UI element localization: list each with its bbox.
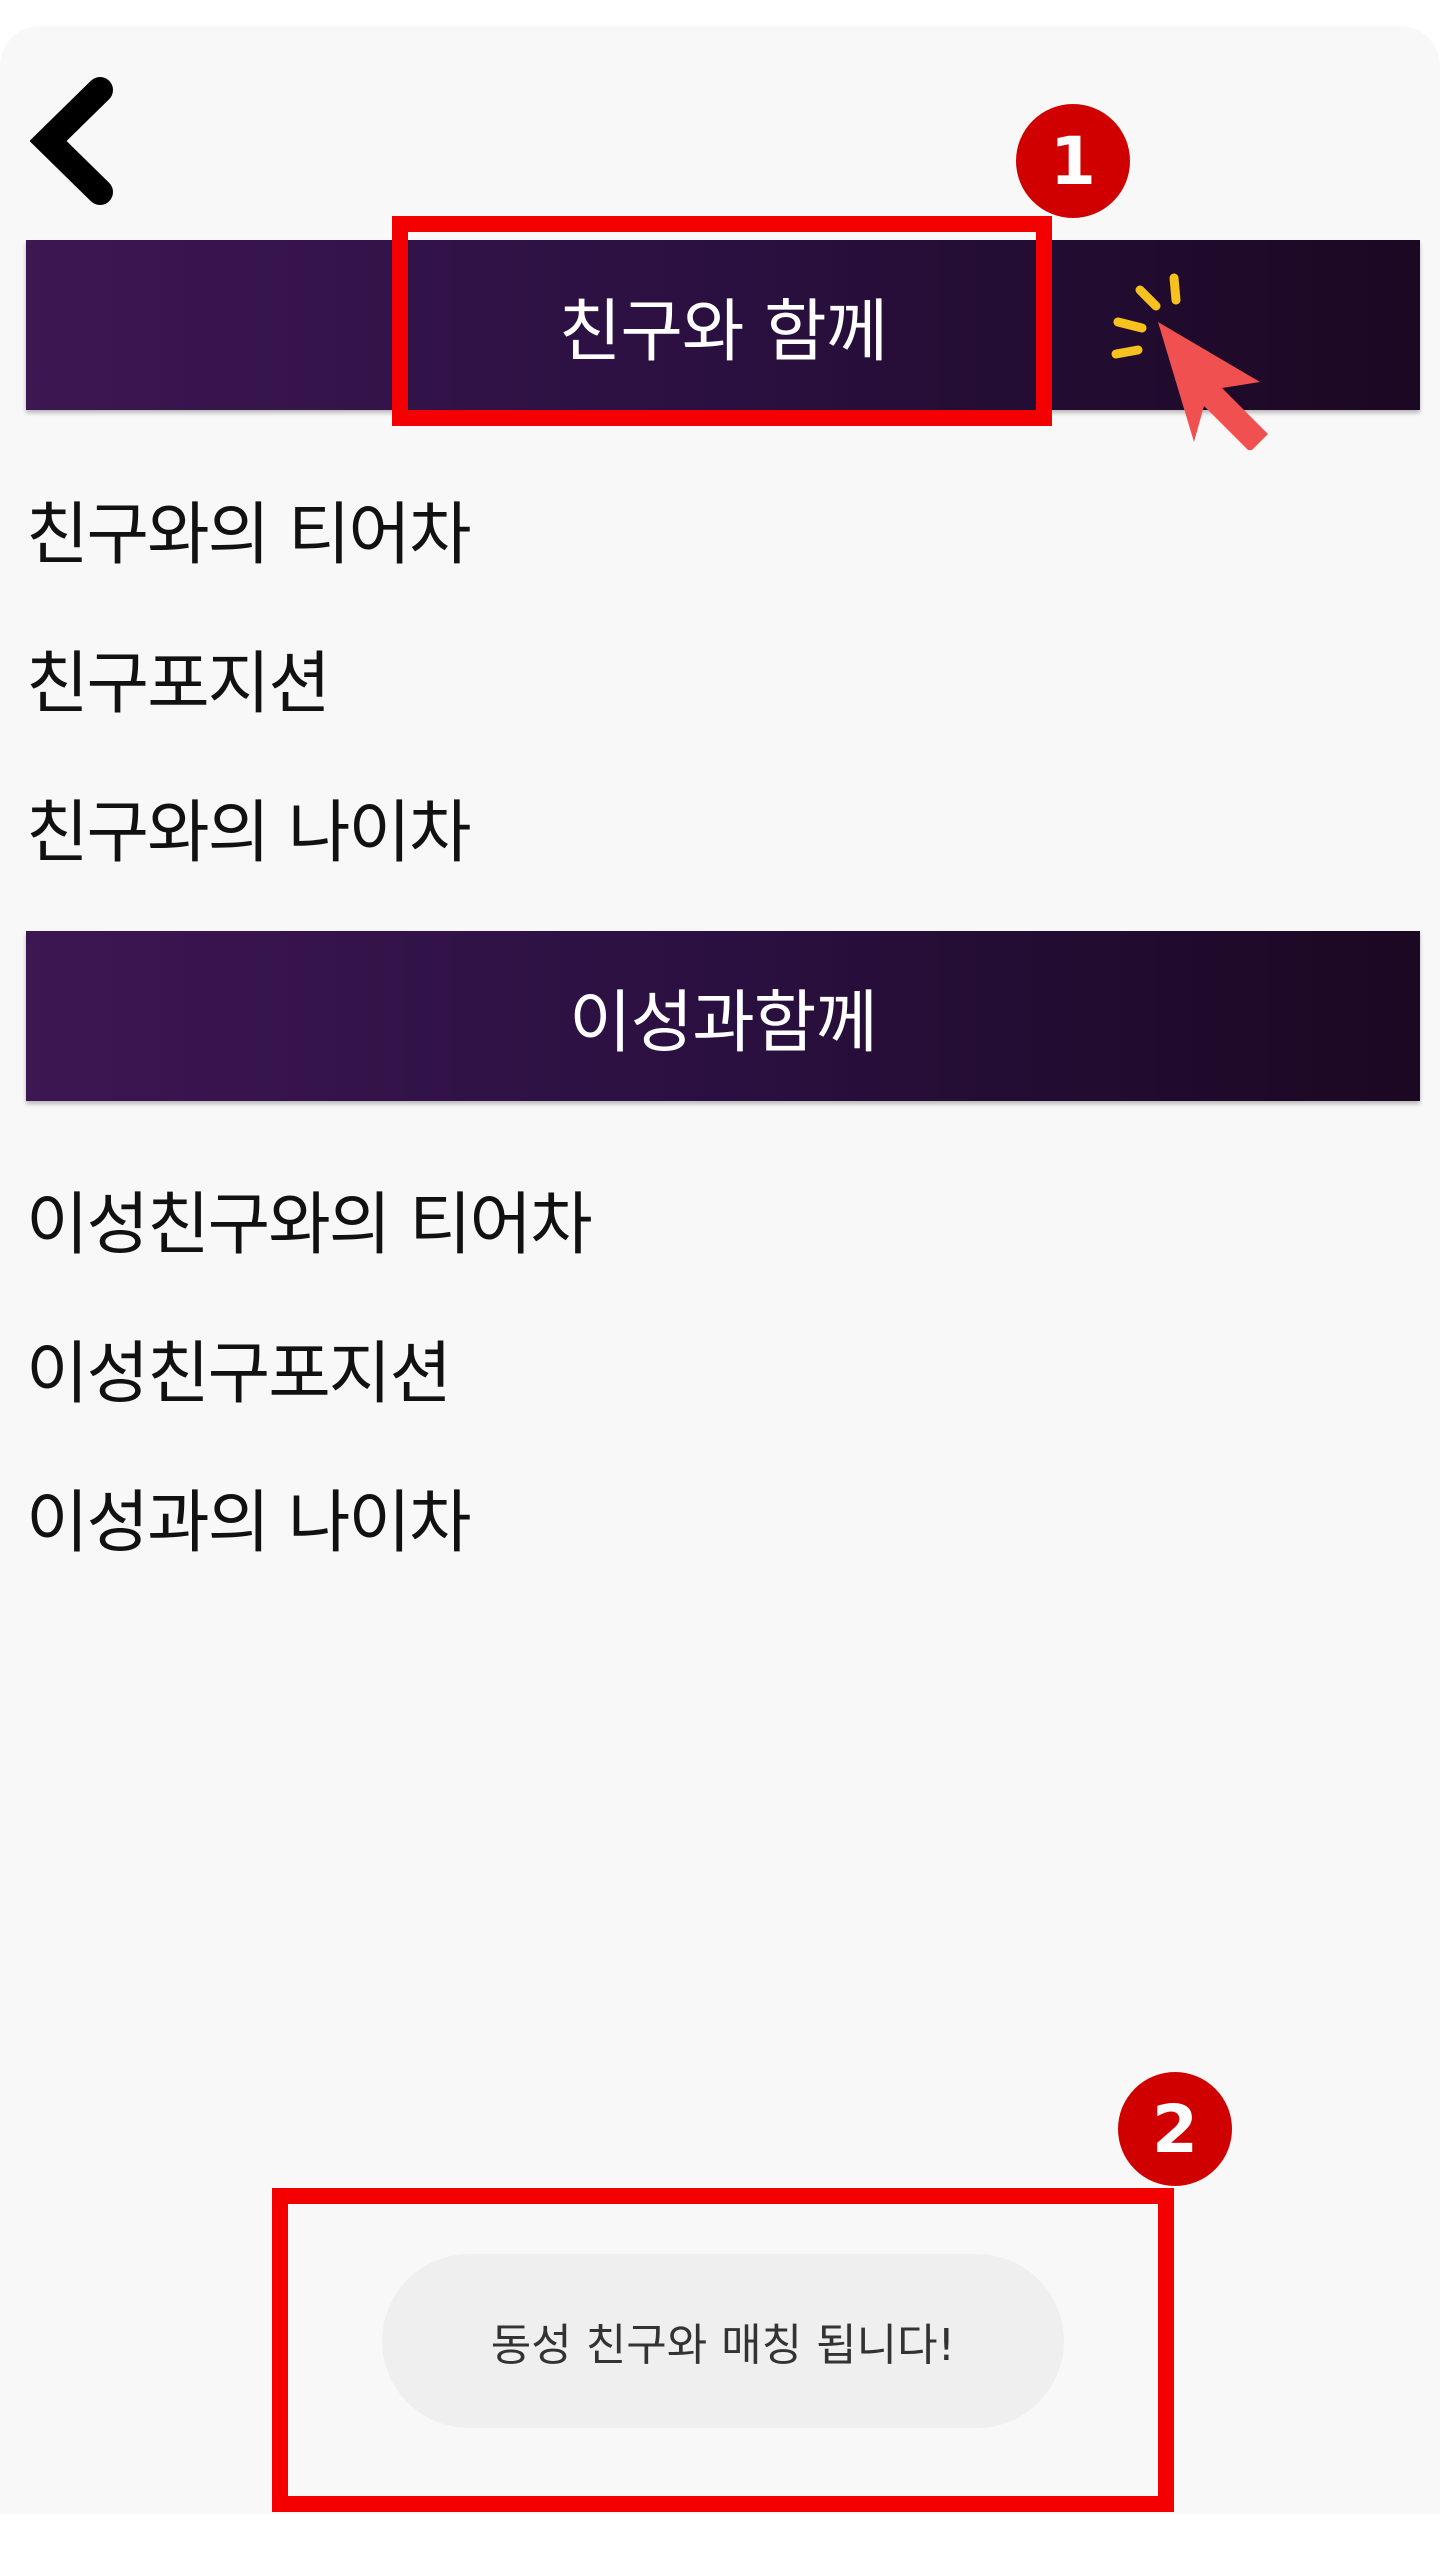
menu-item-opposite-position[interactable]: 이성친구포지션	[26, 1341, 452, 1409]
menu-item-opposite-age-diff[interactable]: 이성과의 나이차	[26, 1490, 472, 1558]
toast-text: 동성 친구와 매칭 됩니다!	[490, 2320, 956, 2371]
chevron-left-icon	[30, 77, 113, 205]
step-badge-2: 2	[1118, 2072, 1232, 2186]
step-badge-1: 1	[1016, 104, 1130, 218]
back-button[interactable]	[30, 76, 130, 206]
section-title-opposite-sex: 이성과함께	[569, 983, 878, 1063]
menu-item-friend-position[interactable]: 친구포지션	[26, 651, 331, 719]
section-header-opposite-sex[interactable]: 이성과함께	[26, 931, 1420, 1101]
menu-item-friend-tier-diff[interactable]: 친구와의 티어차	[26, 502, 472, 570]
click-pointer-icon	[1100, 270, 1290, 450]
menu-item-friend-age-diff[interactable]: 친구와의 나이차	[26, 800, 472, 868]
section-title-friends: 친구와 함께	[558, 292, 888, 372]
toast-message: 동성 친구와 매칭 됩니다!	[382, 2254, 1064, 2428]
menu-item-opposite-tier-diff[interactable]: 이성친구와의 티어차	[26, 1192, 593, 1260]
